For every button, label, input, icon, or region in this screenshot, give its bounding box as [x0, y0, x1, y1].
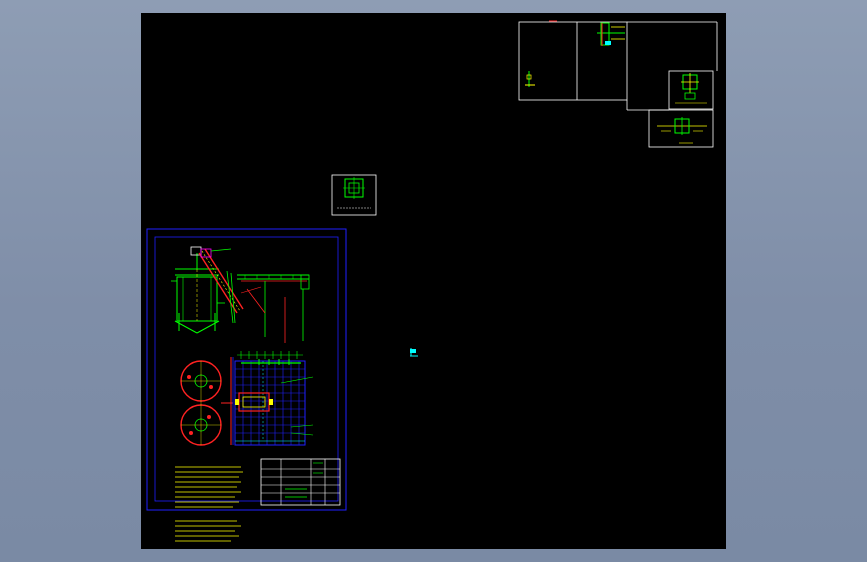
detail-small-center: [331, 174, 377, 216]
notes-below-drawing: [175, 520, 241, 542]
detail-sheet-frame-step: [626, 21, 718, 111]
main-assembly-drawing: [146, 228, 347, 511]
detail-sheet-top-right: [518, 20, 628, 101]
cad-drawing-canvas[interactable]: [141, 13, 726, 549]
detail-right-a: [668, 70, 714, 110]
grid-plan-view: [230, 351, 314, 446]
title-block: [260, 458, 341, 506]
tank-plan-view: [180, 360, 233, 446]
detail-right-lower: [648, 109, 714, 148]
ucs-icon: [410, 348, 418, 357]
tank-elevation-view: [171, 246, 225, 334]
